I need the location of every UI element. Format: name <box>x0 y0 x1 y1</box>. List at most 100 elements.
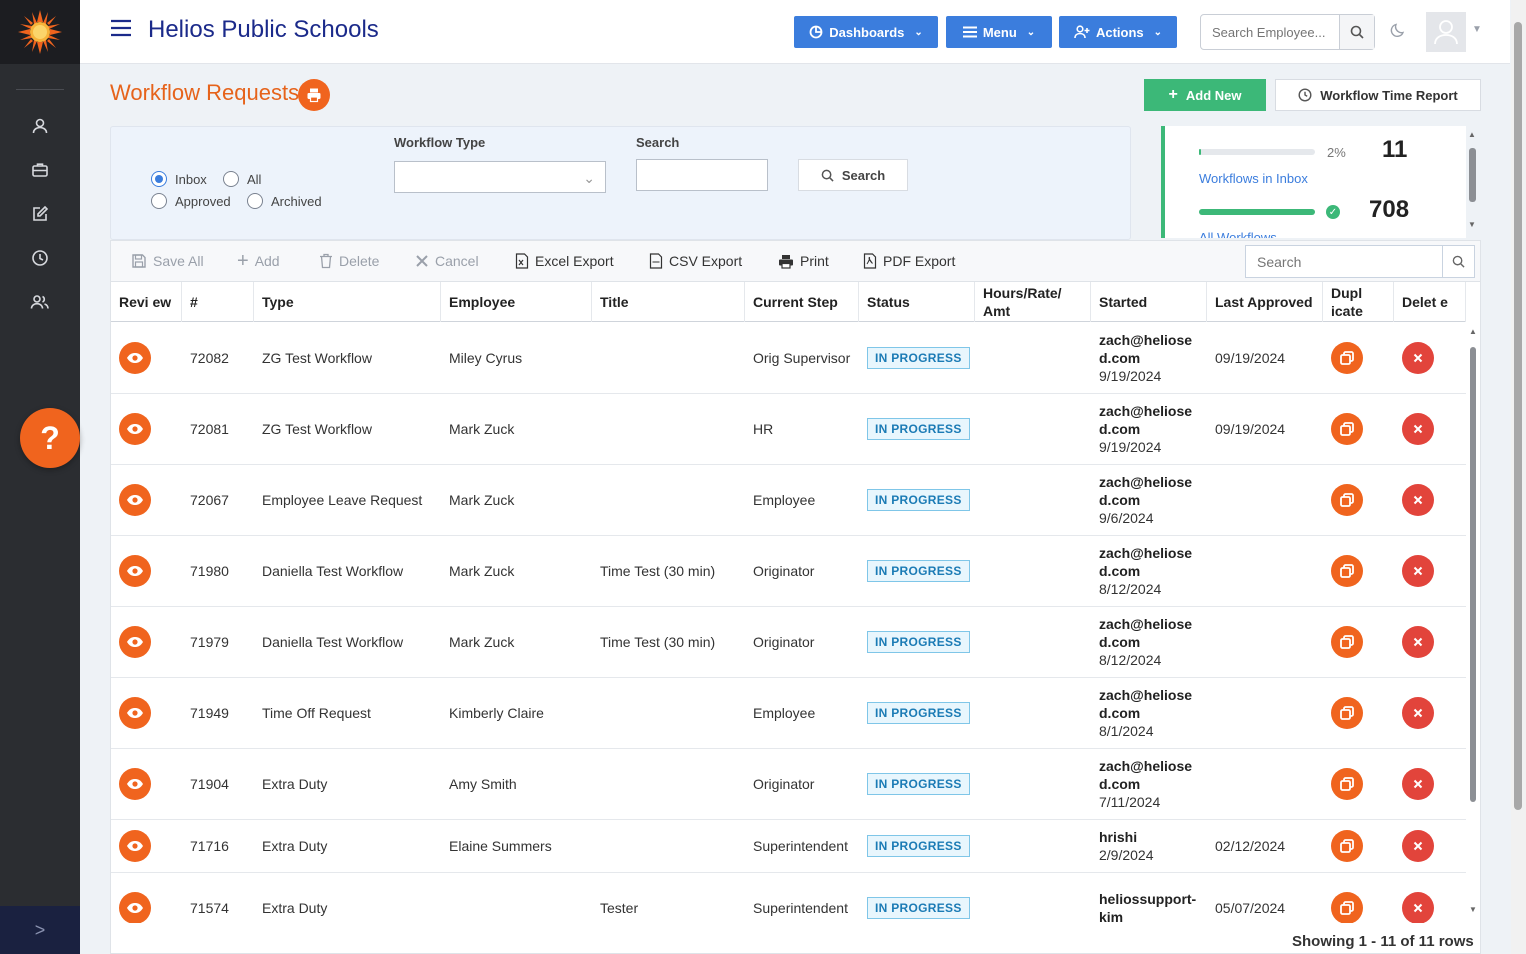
page-scroll-thumb[interactable] <box>1514 22 1522 810</box>
table-row[interactable]: 72082 ZG Test Workflow Miley Cyrus Orig Sup… <box>111 323 1466 394</box>
radio-approved[interactable]: Approved <box>151 193 231 209</box>
radio-approved-dot[interactable] <box>151 193 167 209</box>
csv-export-button[interactable]: CSV Export <box>649 253 742 269</box>
radio-archived[interactable]: Archived <box>247 193 322 209</box>
delete-icon[interactable] <box>1402 768 1434 800</box>
cancel-button[interactable]: Cancel <box>415 253 479 269</box>
actions-button[interactable]: Actions ⌄ <box>1059 16 1177 48</box>
all-workflows-link[interactable]: All Workflows <box>1199 230 1277 238</box>
workflow-type-select[interactable]: ⌄ <box>394 161 606 193</box>
duplicate-icon[interactable] <box>1331 555 1363 587</box>
column-header-num[interactable]: # <box>182 282 254 322</box>
duplicate-icon[interactable] <box>1331 892 1363 923</box>
table-row[interactable]: 71716 Extra Duty Elaine Summers Superintend… <box>111 820 1466 873</box>
radio-all-dot[interactable] <box>223 171 239 187</box>
filter-search-input[interactable] <box>636 159 768 191</box>
view-icon[interactable] <box>119 892 151 923</box>
sidebar-item-edit[interactable] <box>0 192 80 236</box>
grid-search-input[interactable] <box>1246 246 1442 277</box>
column-header-title[interactable]: Title <box>592 282 745 322</box>
help-button[interactable]: ? <box>20 408 80 468</box>
view-icon[interactable] <box>119 342 151 374</box>
print-page-button[interactable] <box>298 79 330 111</box>
delete-icon[interactable] <box>1402 626 1434 658</box>
print-button[interactable]: Print <box>778 253 829 269</box>
scroll-down-arrow-icon[interactable]: ▼ <box>1469 905 1477 914</box>
radio-all[interactable]: All <box>223 171 261 187</box>
column-header-dup[interactable]: Dupl icate <box>1323 282 1394 322</box>
duplicate-icon[interactable] <box>1331 413 1363 445</box>
table-row[interactable]: 71949 Time Off Request Kimberly Claire Empl… <box>111 678 1466 749</box>
filter-search-button[interactable]: Search <box>798 159 908 191</box>
column-header-del[interactable]: Delet e <box>1394 282 1466 322</box>
employee-search-input[interactable] <box>1201 15 1339 49</box>
duplicate-icon[interactable] <box>1331 697 1363 729</box>
grid-scrollbar[interactable]: ▲ ▼ <box>1468 327 1480 917</box>
sidebar-item-profile[interactable] <box>0 104 80 148</box>
workflow-time-report-button[interactable]: Workflow Time Report <box>1275 79 1481 111</box>
sidebar-item-people[interactable] <box>0 280 80 324</box>
sidebar-item-time[interactable] <box>0 236 80 280</box>
delete-icon[interactable] <box>1402 342 1434 374</box>
stats-scrollbar[interactable]: ▲ ▼ <box>1467 126 1479 238</box>
sidebar-collapse-button[interactable]: > <box>0 906 80 954</box>
delete-icon[interactable] <box>1402 484 1434 516</box>
table-row[interactable]: 72067 Employee Leave Request Mark Zuck Empl… <box>111 465 1466 536</box>
radio-archived-dot[interactable] <box>247 193 263 209</box>
hamburger-menu-icon[interactable] <box>110 18 132 41</box>
column-header-review[interactable]: Revi ew <box>111 282 182 322</box>
view-icon[interactable] <box>119 555 151 587</box>
save-all-button[interactable]: Save All <box>131 253 204 269</box>
table-row[interactable]: 72081 ZG Test Workflow Mark Zuck HR IN PROGR… <box>111 394 1466 465</box>
table-row[interactable]: 71980 Daniella Test Workflow Mark Zuck Time… <box>111 536 1466 607</box>
delete-icon[interactable] <box>1402 830 1434 862</box>
column-header-last[interactable]: Last Approved <box>1207 282 1323 322</box>
delete-row-button[interactable]: Delete <box>319 253 379 269</box>
view-icon[interactable] <box>119 626 151 658</box>
dashboards-button[interactable]: Dashboards ⌄ <box>794 16 938 48</box>
scroll-down-arrow-icon[interactable]: ▼ <box>1468 220 1476 229</box>
radio-inbox[interactable]: Inbox <box>151 171 207 187</box>
avatar[interactable] <box>1426 12 1466 52</box>
helios-logo[interactable] <box>0 0 80 64</box>
view-icon[interactable] <box>119 830 151 862</box>
delete-icon[interactable] <box>1402 413 1434 445</box>
delete-icon[interactable] <box>1402 697 1434 729</box>
pdf-export-button[interactable]: PDF Export <box>863 253 955 269</box>
table-row[interactable]: 71574 Extra Duty Tester Superintendent IN PR… <box>111 873 1466 923</box>
column-header-hours[interactable]: Hours/Rate/ Amt <box>975 282 1091 322</box>
table-row[interactable]: 71979 Daniella Test Workflow Mark Zuck Time… <box>111 607 1466 678</box>
grid-scroll-thumb[interactable] <box>1470 347 1476 802</box>
app-title[interactable]: Helios Public Schools <box>148 16 379 44</box>
view-icon[interactable] <box>119 484 151 516</box>
view-icon[interactable] <box>119 697 151 729</box>
dark-mode-toggle[interactable] <box>1390 22 1406 41</box>
add-new-button[interactable]: + Add New <box>1144 79 1266 111</box>
scroll-up-arrow-icon[interactable]: ▲ <box>1468 130 1476 139</box>
workflows-in-inbox-link[interactable]: Workflows in Inbox <box>1199 171 1308 186</box>
column-header-type[interactable]: Type <box>254 282 441 322</box>
duplicate-icon[interactable] <box>1331 626 1363 658</box>
view-icon[interactable] <box>119 413 151 445</box>
excel-export-button[interactable]: Excel Export <box>515 253 614 269</box>
column-header-started[interactable]: Started <box>1091 282 1207 322</box>
table-row[interactable]: 71904 Extra Duty Amy Smith Originator IN PRO… <box>111 749 1466 820</box>
delete-icon[interactable] <box>1402 555 1434 587</box>
duplicate-icon[interactable] <box>1331 830 1363 862</box>
column-header-step[interactable]: Current Step <box>745 282 859 322</box>
menu-button[interactable]: Menu ⌄ <box>946 16 1052 48</box>
radio-inbox-dot[interactable] <box>151 171 167 187</box>
column-header-employee[interactable]: Employee <box>441 282 592 322</box>
duplicate-icon[interactable] <box>1331 342 1363 374</box>
employee-search-button[interactable] <box>1339 15 1374 49</box>
delete-icon[interactable] <box>1402 892 1434 923</box>
grid-search-button[interactable] <box>1442 246 1474 277</box>
page-scrollbar[interactable] <box>1511 0 1526 954</box>
add-row-button[interactable]: + Add <box>237 251 280 271</box>
scroll-up-arrow-icon[interactable]: ▲ <box>1469 327 1477 336</box>
avatar-caret-icon[interactable]: ▼ <box>1472 24 1482 35</box>
view-icon[interactable] <box>119 768 151 800</box>
sidebar-item-jobs[interactable] <box>0 148 80 192</box>
duplicate-icon[interactable] <box>1331 768 1363 800</box>
column-header-status[interactable]: Status <box>859 282 975 322</box>
